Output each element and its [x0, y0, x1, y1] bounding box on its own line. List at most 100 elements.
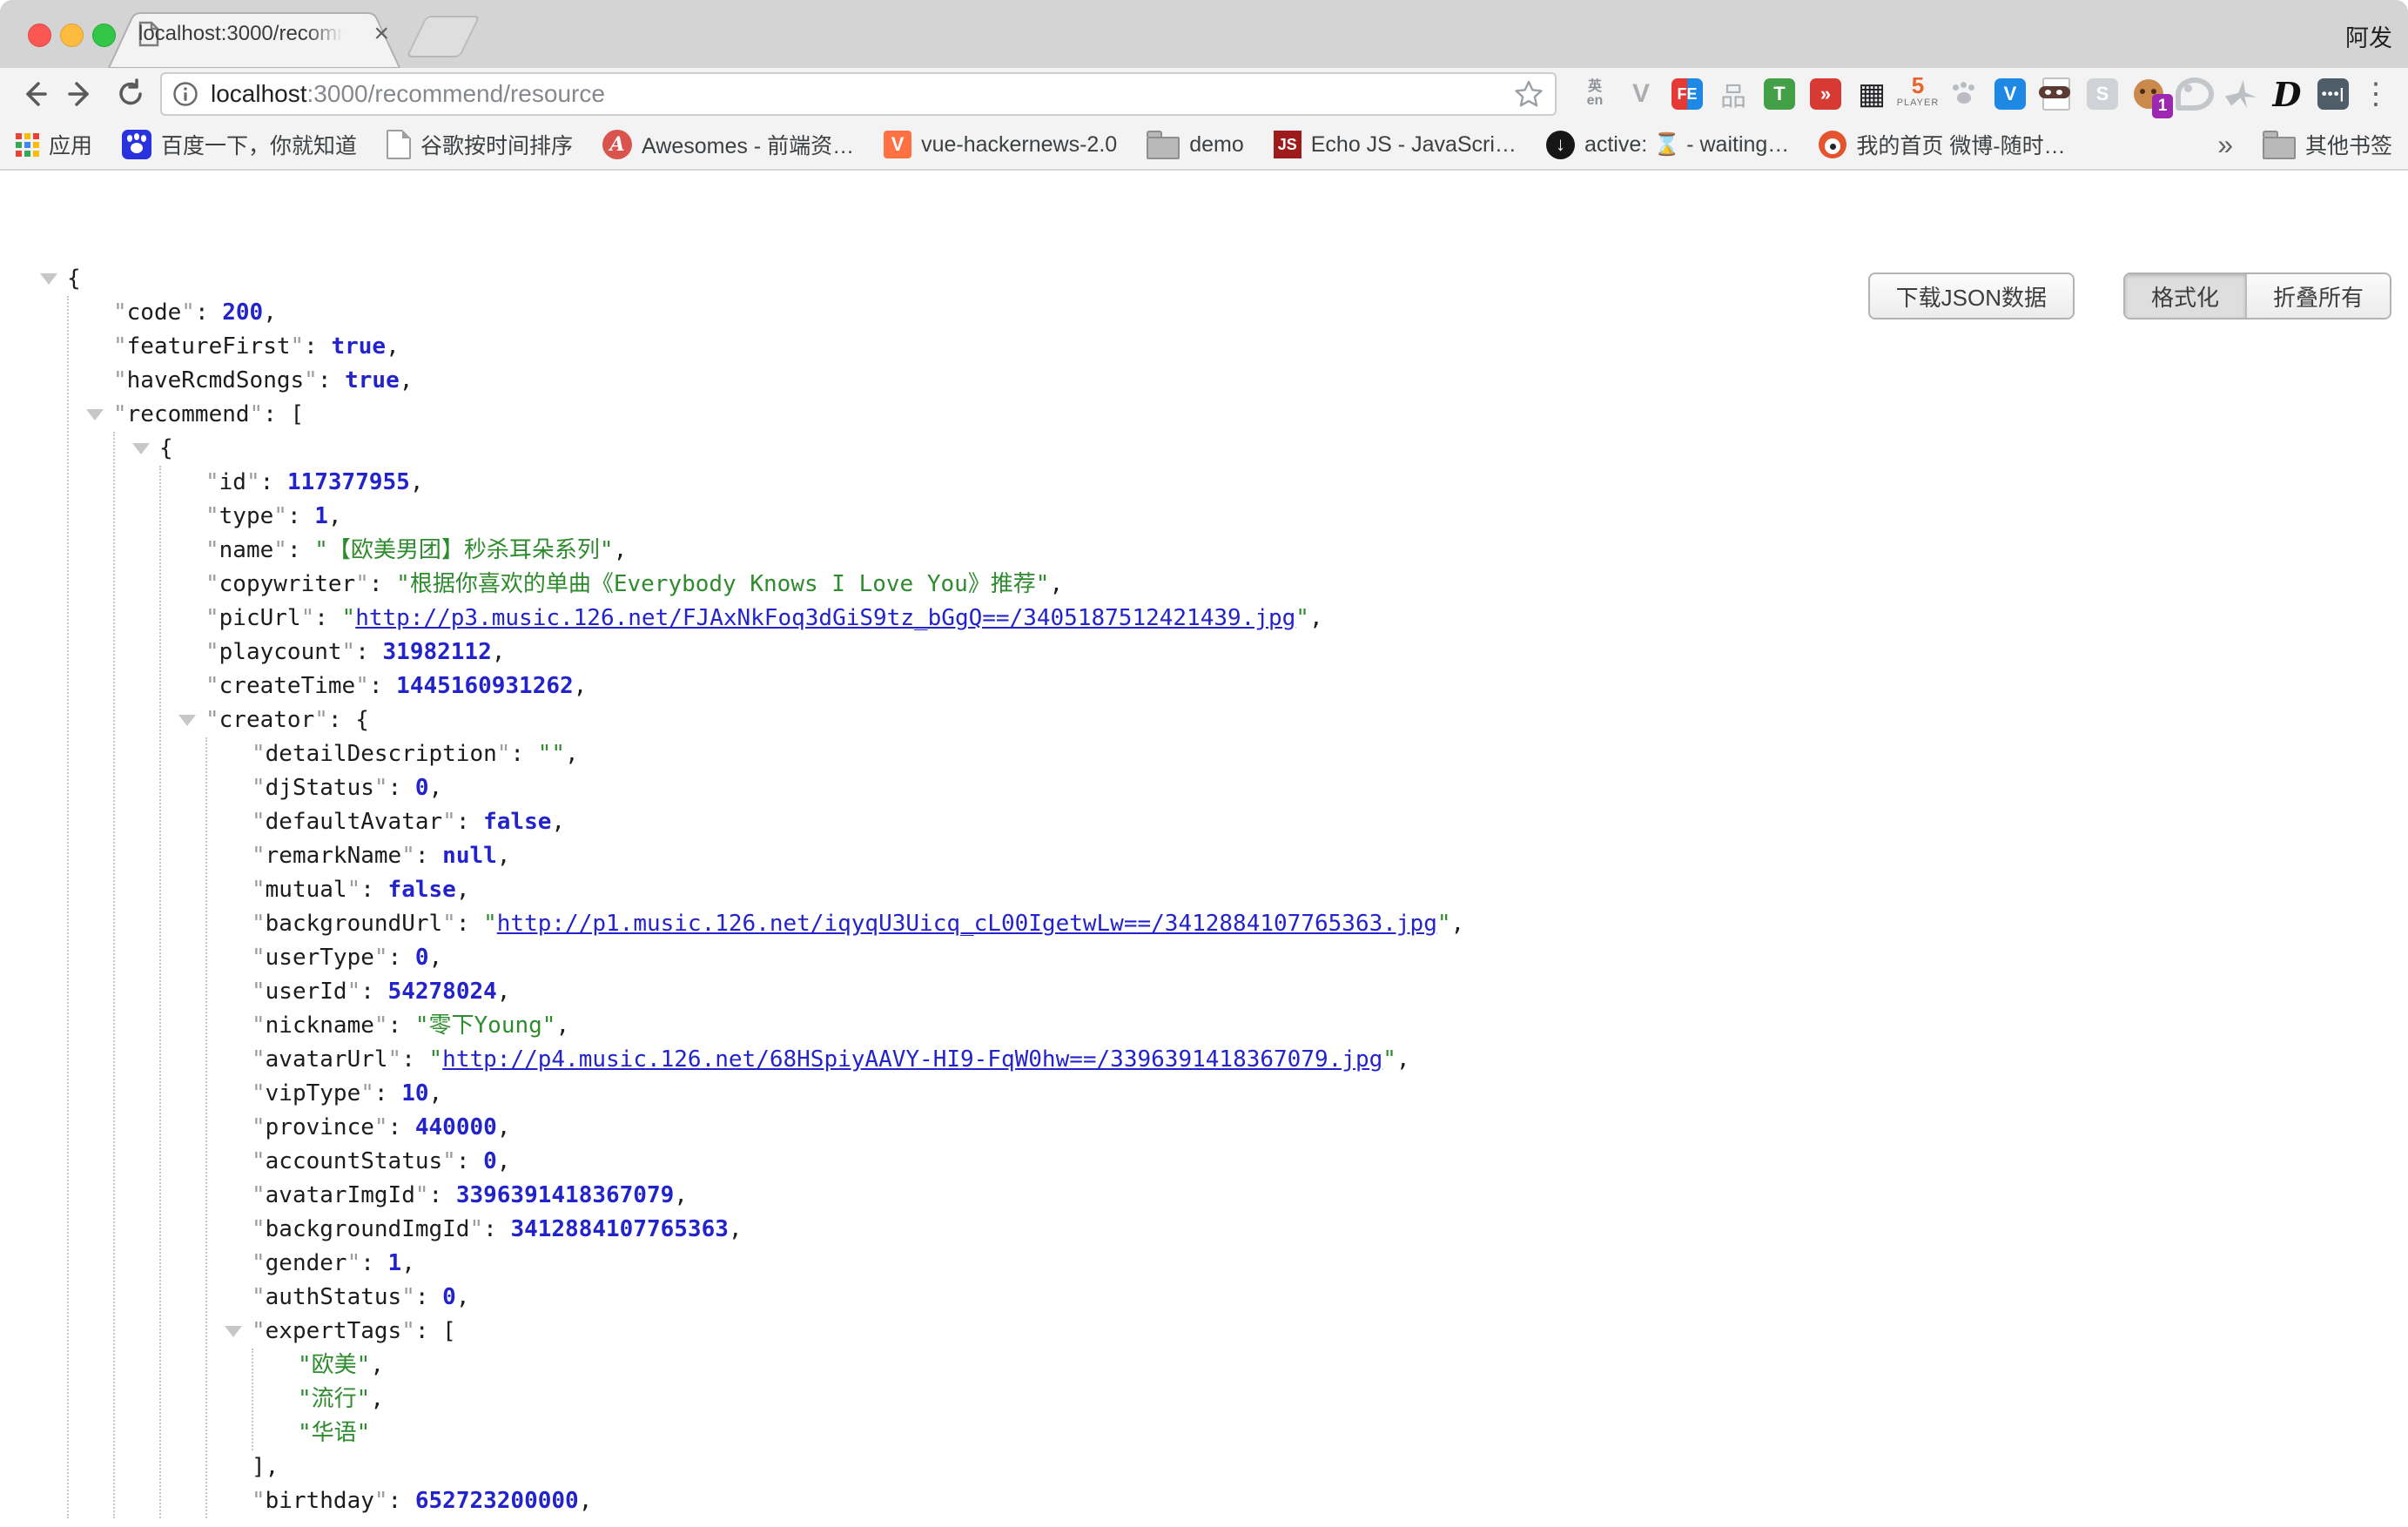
- profile-name[interactable]: 阿发: [2345, 19, 2392, 53]
- bookmark-weibo-home[interactable]: 我的首页 微博-随时…: [1819, 129, 2065, 160]
- browser-window: localhost:3000/recommend/resource × 阿发: [0, 0, 2408, 1527]
- json-punctuation: :: [456, 809, 483, 835]
- reload-icon: [115, 78, 146, 110]
- json-quote: ": [205, 537, 219, 563]
- tab-close-icon[interactable]: ×: [373, 21, 389, 47]
- browser-menu-icon[interactable]: ⋮: [2361, 77, 2391, 111]
- json-link[interactable]: http://p3.music.126.net/FJAxNkFoq3dGiS9t…: [355, 605, 1295, 631]
- json-line: "playcount": 31982112,: [205, 636, 2408, 669]
- json-number-value: 0: [415, 945, 429, 971]
- json-children: "detailDescription": "","djStatus": 0,"d…: [205, 737, 2408, 1518]
- json-number-value: 3412884107765363: [510, 1216, 728, 1242]
- json-quote: ": [252, 945, 266, 971]
- reload-button[interactable]: [106, 73, 155, 115]
- letter-glyph: V: [1632, 79, 1650, 109]
- json-link[interactable]: http://p4.music.126.net/68HSpiyAAVY-HI9-…: [442, 1046, 1382, 1073]
- json-punctuation: :: [328, 707, 355, 733]
- close-window-button[interactable]: [28, 24, 51, 47]
- bookmark-google-sort[interactable]: 谷歌按时间排序: [387, 129, 573, 160]
- json-number-value: 10: [401, 1080, 428, 1107]
- json-link[interactable]: http://p1.music.126.net/iqyqU3Uicq_cL00I…: [497, 911, 1437, 937]
- json-line: "avatarImgId": 3396391418367079,: [252, 1179, 2408, 1213]
- json-punctuation: ,: [497, 843, 511, 869]
- json-key: avatarUrl: [266, 1046, 388, 1073]
- bookmark-label: 谷歌按时间排序: [420, 129, 573, 160]
- weibo-extension-icon[interactable]: [2176, 73, 2214, 115]
- json-punctuation: ,: [1309, 605, 1323, 631]
- json-string-value: "欧美": [298, 1352, 370, 1378]
- bookmark-active[interactable]: ↓active: ⌛ - waiting…: [1546, 131, 1789, 159]
- json-key: backgroundUrl: [266, 911, 443, 937]
- json-punctuation: :: [388, 1012, 415, 1039]
- bookmark-apps[interactable]: 应用: [16, 129, 92, 160]
- json-line: "vipType": 10,: [252, 1077, 2408, 1111]
- sitemap-extension-icon[interactable]: 品: [1714, 73, 1752, 115]
- url-text[interactable]: localhost:3000/recommend/resource: [211, 80, 1501, 108]
- json-line: "backgroundUrl": "http://p1.music.126.ne…: [252, 907, 2408, 941]
- bookmark-star-icon[interactable]: [1513, 78, 1544, 110]
- forward-button[interactable]: [57, 73, 106, 115]
- bird-extension-icon[interactable]: [2222, 73, 2260, 115]
- bookmark-awesomes[interactable]: AAwesomes - 前端资…: [602, 129, 854, 160]
- bookmark-label: 其他书签: [2305, 129, 2392, 160]
- s-extension-icon[interactable]: S: [2083, 73, 2122, 115]
- json-punctuation: ,: [497, 1114, 511, 1140]
- bookmark-baidu[interactable]: 百度一下，你就知道: [122, 129, 357, 160]
- monkey-extension-icon[interactable]: 1: [2129, 73, 2168, 115]
- browser-toolbar: localhost:3000/recommend/resource 英en V FE…: [0, 68, 2408, 120]
- bookmark-demo[interactable]: demo: [1147, 130, 1244, 159]
- json-line: "expertTags": [: [252, 1315, 2408, 1349]
- json-quote: ": [113, 299, 127, 326]
- bookmarks-overflow-chevron[interactable]: »: [2217, 129, 2233, 161]
- html5-player-extension-icon[interactable]: 5PLAYER: [1899, 73, 1937, 115]
- json-key: defaultAvatar: [266, 809, 443, 835]
- json-key: birthday: [266, 1488, 374, 1514]
- tampermonkey-extension-icon[interactable]: T: [1760, 73, 1799, 115]
- info-icon[interactable]: [172, 81, 198, 107]
- json-punctuation: :: [510, 741, 537, 767]
- bookmark-vue-hackernews[interactable]: Vvue-hackernews-2.0: [884, 131, 1117, 158]
- json-quote: ": [415, 1182, 429, 1208]
- translate-extension-icon[interactable]: 英en: [1576, 73, 1614, 115]
- json-number-value: 31982112: [383, 639, 492, 665]
- json-punctuation: ,: [410, 469, 424, 495]
- collapse-triangle-icon[interactable]: [132, 443, 150, 454]
- json-quote: ": [250, 401, 264, 427]
- minimize-window-button[interactable]: [60, 24, 84, 47]
- json-punctuation: ,: [729, 1216, 743, 1242]
- json-string-value: "【欧美男团】秒杀耳朵系列": [314, 537, 613, 563]
- vimium-extension-icon[interactable]: V: [1991, 73, 2029, 115]
- chip-glyph: S: [2087, 78, 2118, 110]
- d-glyph: D: [2273, 75, 2302, 114]
- json-key: nickname: [266, 1012, 374, 1039]
- chip-glyph: V: [1994, 78, 2026, 110]
- json-punctuation: ,: [429, 1080, 443, 1107]
- collapse-triangle-icon[interactable]: [40, 273, 57, 285]
- new-tab-button[interactable]: [406, 16, 480, 57]
- bookmark-label: 我的首页 微博-随时…: [1856, 129, 2065, 160]
- collapse-triangle-icon[interactable]: [178, 715, 196, 726]
- back-button[interactable]: [9, 73, 57, 115]
- browser-tab[interactable]: localhost:3000/recommend/resource ×: [107, 12, 401, 68]
- json-number-value: 1: [314, 503, 328, 529]
- json-punctuation: ,: [551, 809, 565, 835]
- json-quote: ": [252, 1318, 266, 1344]
- mask-extension-icon[interactable]: [2037, 73, 2075, 115]
- json-quote: ": [252, 1216, 266, 1242]
- json-string-value: "流行": [298, 1386, 370, 1412]
- vue-extension-icon[interactable]: V: [1622, 73, 1660, 115]
- qrcode-extension-icon[interactable]: ▦: [1853, 73, 1891, 115]
- fastforward-extension-icon[interactable]: »: [1806, 73, 1845, 115]
- json-quote: ": [205, 571, 219, 597]
- collapse-triangle-icon[interactable]: [86, 409, 104, 420]
- json-line: "featureFirst": true,: [113, 330, 2408, 364]
- address-bar[interactable]: localhost:3000/recommend/resource: [160, 72, 1557, 116]
- json-quote: ": [355, 673, 369, 699]
- bookmark-echojs[interactable]: JSEcho JS - JavaScri…: [1274, 131, 1517, 158]
- lastpass-extension-icon[interactable]: •••|: [2314, 73, 2352, 115]
- paw-extension-icon[interactable]: [1945, 73, 1983, 115]
- collapse-triangle-icon[interactable]: [225, 1326, 242, 1337]
- devdocs-extension-icon[interactable]: D: [2268, 73, 2306, 115]
- other-bookmarks[interactable]: 其他书签: [2263, 129, 2392, 160]
- fe-extension-icon[interactable]: FE: [1668, 73, 1706, 115]
